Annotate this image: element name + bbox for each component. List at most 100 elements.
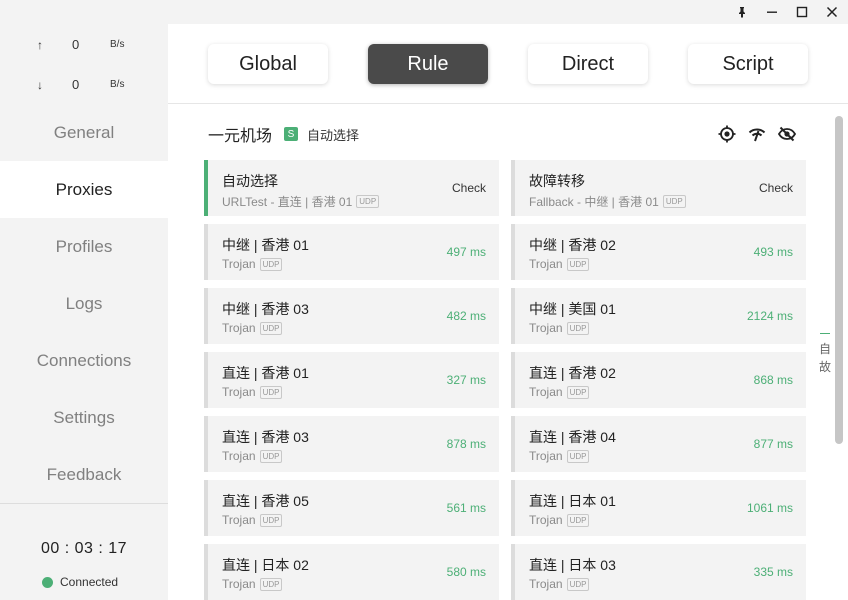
index-item[interactable]: 自 xyxy=(818,340,832,358)
proxy-delay[interactable]: 580 ms xyxy=(447,565,486,579)
uptime-timer: 00 : 03 : 17 xyxy=(40,540,128,557)
udp-badge: UDP xyxy=(259,513,283,527)
upload-value: 0 xyxy=(72,37,80,52)
proxy-card[interactable]: 直连 | 日本 03 Trojan UDP 335 ms xyxy=(511,544,806,600)
proxy-delay[interactable]: 482 ms xyxy=(447,309,486,323)
proxy-card[interactable]: 直连 | 香港 04 Trojan UDP 877 ms xyxy=(511,416,806,472)
sidebar-item-connections[interactable]: Connections xyxy=(0,332,168,389)
proxy-type-label: Trojan xyxy=(529,385,563,399)
udp-badge: UDP xyxy=(566,513,590,527)
sidebar: ↑ 0 B/s ↓ 0 B/s General Proxies Profiles… xyxy=(0,24,168,600)
sidebar-item-settings[interactable]: Settings xyxy=(0,389,168,446)
proxy-card[interactable]: 中继 | 香港 03 Trojan UDP 482 ms xyxy=(204,288,499,344)
sidebar-item-logs[interactable]: Logs xyxy=(0,275,168,332)
proxy-type: Trojan UDP xyxy=(529,513,590,527)
udp-badge: UDP xyxy=(356,195,380,208)
proxy-card[interactable]: 直连 | 日本 02 Trojan UDP 580 ms xyxy=(204,544,499,600)
proxy-type-label: Trojan xyxy=(529,321,563,335)
index-indicator xyxy=(820,333,830,334)
mode-rule-button[interactable]: Rule xyxy=(368,44,488,84)
proxy-type-label: Trojan xyxy=(529,449,563,463)
group-selected-proxy: 自动选择 xyxy=(307,127,360,143)
pin-icon[interactable] xyxy=(727,0,757,24)
check-button[interactable]: Check xyxy=(759,181,793,195)
traffic-monitor: ↑ 0 B/s ↓ 0 B/s xyxy=(0,24,168,104)
sidebar-item-feedback[interactable]: Feedback xyxy=(0,446,168,503)
title-bar xyxy=(0,0,848,24)
proxy-name: 直连 | 香港 04 xyxy=(529,429,616,445)
proxy-delay[interactable]: 327 ms xyxy=(447,373,486,387)
mode-global-button[interactable]: Global xyxy=(208,44,328,84)
proxy-delay[interactable]: 868 ms xyxy=(754,373,793,387)
proxy-delay[interactable]: 497 ms xyxy=(447,245,486,259)
proxy-type-label: Trojan xyxy=(222,257,256,271)
sidebar-item-general[interactable]: General xyxy=(0,104,168,161)
proxy-card[interactable]: 直连 | 日本 01 Trojan UDP 1061 ms xyxy=(511,480,806,536)
locate-icon[interactable] xyxy=(717,124,737,144)
sidebar-divider xyxy=(0,503,168,504)
proxy-type-label: URLTest - 直连 | 香港 01 xyxy=(222,195,353,209)
udp-badge: UDP xyxy=(566,385,590,399)
proxy-type: Trojan UDP xyxy=(222,577,283,591)
proxy-card[interactable]: 中继 | 香港 02 Trojan UDP 493 ms xyxy=(511,224,806,280)
proxy-name: 中继 | 香港 01 xyxy=(222,237,309,253)
proxy-card[interactable]: 直连 | 香港 03 Trojan UDP 878 ms xyxy=(204,416,499,472)
proxy-card[interactable]: 中继 | 美国 01 Trojan UDP 2124 ms xyxy=(511,288,806,344)
proxy-delay[interactable]: 2124 ms xyxy=(747,309,793,323)
close-icon[interactable] xyxy=(817,0,847,24)
scrollbar-thumb[interactable] xyxy=(835,116,843,444)
proxy-card[interactable]: 直连 | 香港 01 Trojan UDP 327 ms xyxy=(204,352,499,408)
udp-badge: UDP xyxy=(259,577,283,591)
proxy-name: 直连 | 香港 01 xyxy=(222,365,309,381)
sidebar-item-profiles[interactable]: Profiles xyxy=(0,218,168,275)
proxy-type-label: Trojan xyxy=(529,577,563,591)
proxy-type: Trojan UDP xyxy=(529,321,590,335)
maximize-icon[interactable] xyxy=(787,0,817,24)
delay-test-icon[interactable] xyxy=(747,124,767,144)
proxy-type: Trojan UDP xyxy=(222,385,283,399)
proxy-delay[interactable]: 561 ms xyxy=(447,501,486,515)
proxy-type-label: Trojan xyxy=(529,257,563,271)
proxy-type-label: Trojan xyxy=(222,385,256,399)
proxy-delay[interactable]: 877 ms xyxy=(754,437,793,451)
group-name: 一元机场 xyxy=(208,128,273,145)
proxy-name: 中继 | 美国 01 xyxy=(529,301,616,317)
proxy-card[interactable]: 直连 | 香港 05 Trojan UDP 561 ms xyxy=(204,480,499,536)
proxy-type: Trojan UDP xyxy=(529,577,590,591)
proxy-card[interactable]: 故障转移 Fallback - 中继 | 香港 01 UDP Check xyxy=(511,160,806,216)
mode-header: Global Rule Direct Script xyxy=(168,24,848,104)
proxy-type: Trojan UDP xyxy=(529,449,590,463)
proxy-type-label: Trojan xyxy=(222,577,256,591)
minimize-icon[interactable] xyxy=(757,0,787,24)
connection-status: Connected xyxy=(42,575,118,589)
sidebar-item-proxies[interactable]: Proxies xyxy=(0,161,168,218)
udp-badge: UDP xyxy=(259,257,283,271)
proxy-type-label: Trojan xyxy=(222,321,256,335)
proxy-card[interactable]: 自动选择 URLTest - 直连 | 香港 01 UDP Check xyxy=(204,160,499,216)
proxy-delay[interactable]: 878 ms xyxy=(447,437,486,451)
index-item[interactable]: 故 xyxy=(818,358,832,376)
udp-badge: UDP xyxy=(259,321,283,335)
proxy-name: 自动选择 xyxy=(222,173,278,189)
mode-direct-button[interactable]: Direct xyxy=(528,44,648,84)
proxy-type: Trojan UDP xyxy=(222,513,283,527)
download-unit: B/s xyxy=(110,79,125,90)
upload-arrow-icon: ↑ xyxy=(37,38,43,52)
check-button[interactable]: Check xyxy=(452,181,486,195)
sidebar-nav: General Proxies Profiles Logs Connection… xyxy=(0,104,168,503)
proxy-delay[interactable]: 1061 ms xyxy=(747,501,793,515)
proxy-type: Trojan UDP xyxy=(529,385,590,399)
hide-icon[interactable] xyxy=(777,124,797,144)
proxy-delay[interactable]: 493 ms xyxy=(754,245,793,259)
proxy-name: 直连 | 日本 01 xyxy=(529,493,616,509)
group-type-badge: S xyxy=(284,127,299,141)
proxy-delay[interactable]: 335 ms xyxy=(754,565,793,579)
proxy-type: Trojan UDP xyxy=(222,257,283,271)
proxy-group-header[interactable]: 一元机场 S 自动选择 xyxy=(208,122,359,146)
proxy-card[interactable]: 直连 | 香港 02 Trojan UDP 868 ms xyxy=(511,352,806,408)
proxy-type: Fallback - 中继 | 香港 01 UDP xyxy=(529,193,686,210)
mode-script-button[interactable]: Script xyxy=(688,44,808,84)
udp-badge: UDP xyxy=(566,321,590,335)
proxy-name: 直连 | 日本 03 xyxy=(529,557,616,573)
proxy-card[interactable]: 中继 | 香港 01 Trojan UDP 497 ms xyxy=(204,224,499,280)
